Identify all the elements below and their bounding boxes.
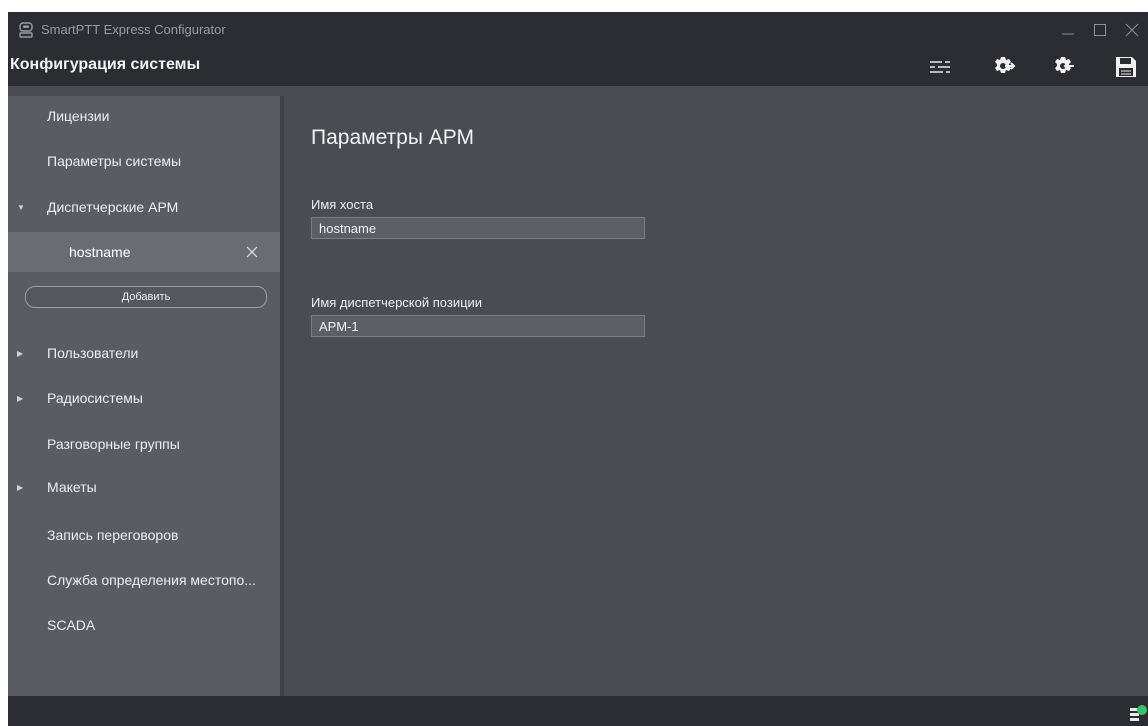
sidebar-item-location-service[interactable]: Служба определения местопо... (8, 560, 280, 600)
sidebar-item-label: Разговорные группы (47, 436, 180, 452)
sidebar-nav: Лицензии Параметры системы ▼ Диспетчерск… (8, 96, 280, 696)
page-title: Параметры АРМ (311, 126, 475, 149)
app-logo-icon (18, 22, 34, 38)
sidebar-item-radio-systems[interactable]: ▶ Радиосистемы (8, 378, 280, 418)
main-panel: Параметры АРМ Имя хоста Имя диспетчерско… (284, 96, 1148, 696)
page-header-title: Конфигурация системы (10, 56, 201, 73)
sidebar-item-label: Лицензии (47, 108, 110, 124)
sidebar-subitem-hostname[interactable]: hostname (8, 232, 280, 272)
sidebar-item-label: Служба определения местопо... (47, 572, 256, 588)
connection-status-icon[interactable] (1128, 704, 1148, 726)
chevron-right-icon: ▶ (17, 482, 24, 492)
close-icon (1125, 23, 1139, 37)
save-icon (1116, 57, 1136, 77)
sidebar-item-licenses[interactable]: Лицензии (8, 96, 280, 136)
settings-sliders-icon (930, 60, 950, 74)
sidebar-item-system-params[interactable]: Параметры системы (8, 141, 280, 181)
hostname-label: Имя хоста (311, 197, 374, 212)
sidebar-item-label: Параметры системы (47, 153, 182, 169)
window-title: SmartPTT Express Configurator (41, 22, 226, 37)
sidebar-item-voice-recording[interactable]: Запись переговоров (8, 515, 280, 555)
add-workstation-button[interactable]: Добавить (25, 286, 267, 308)
sidebar-item-label: Диспетчерские АРМ (47, 199, 179, 215)
minimize-icon (1062, 33, 1074, 35)
close-window-button[interactable] (1116, 12, 1148, 48)
save-button[interactable] (1110, 52, 1142, 82)
sidebar-item-talkgroups[interactable]: Разговорные группы (8, 424, 280, 464)
position-name-field[interactable] (311, 315, 645, 337)
hostname-field[interactable] (311, 217, 645, 239)
header: Конфигурация системы (8, 48, 1148, 86)
chevron-down-icon: ▼ (17, 202, 25, 212)
minimize-button[interactable] (1052, 12, 1084, 48)
sidebar-subitem-label: hostname (69, 244, 131, 260)
settings-button[interactable] (924, 52, 956, 82)
sidebar-item-label: Пользователи (47, 345, 139, 361)
export-config-button[interactable] (988, 52, 1020, 82)
export-config-icon (995, 57, 1016, 73)
sidebar-item-label: Радиосистемы (47, 390, 143, 406)
status-bar (8, 696, 1148, 726)
sidebar-item-layouts[interactable]: ▶ Макеты (8, 467, 280, 507)
chevron-right-icon: ▶ (17, 348, 24, 358)
maximize-button[interactable] (1084, 12, 1116, 48)
sidebar-item-label: SCADA (47, 617, 96, 633)
remove-icon[interactable] (244, 244, 260, 260)
sidebar-item-scada[interactable]: SCADA (8, 605, 280, 645)
import-config-button[interactable] (1048, 52, 1080, 82)
app-window: SmartPTT Express Configurator Конфигурац… (8, 12, 1148, 726)
sidebar-item-label: Запись переговоров (47, 527, 179, 543)
maximize-icon (1094, 24, 1106, 36)
chevron-right-icon: ▶ (17, 393, 24, 403)
import-config-icon (1055, 57, 1074, 73)
position-name-label: Имя диспетчерской позиции (311, 295, 483, 310)
sidebar-item-dispatcher-workstations[interactable]: ▼ Диспетчерские АРМ (8, 187, 280, 227)
title-bar: SmartPTT Express Configurator (8, 12, 1148, 48)
sidebar-item-label: Макеты (47, 479, 97, 495)
sidebar-item-users[interactable]: ▶ Пользователи (8, 333, 280, 373)
